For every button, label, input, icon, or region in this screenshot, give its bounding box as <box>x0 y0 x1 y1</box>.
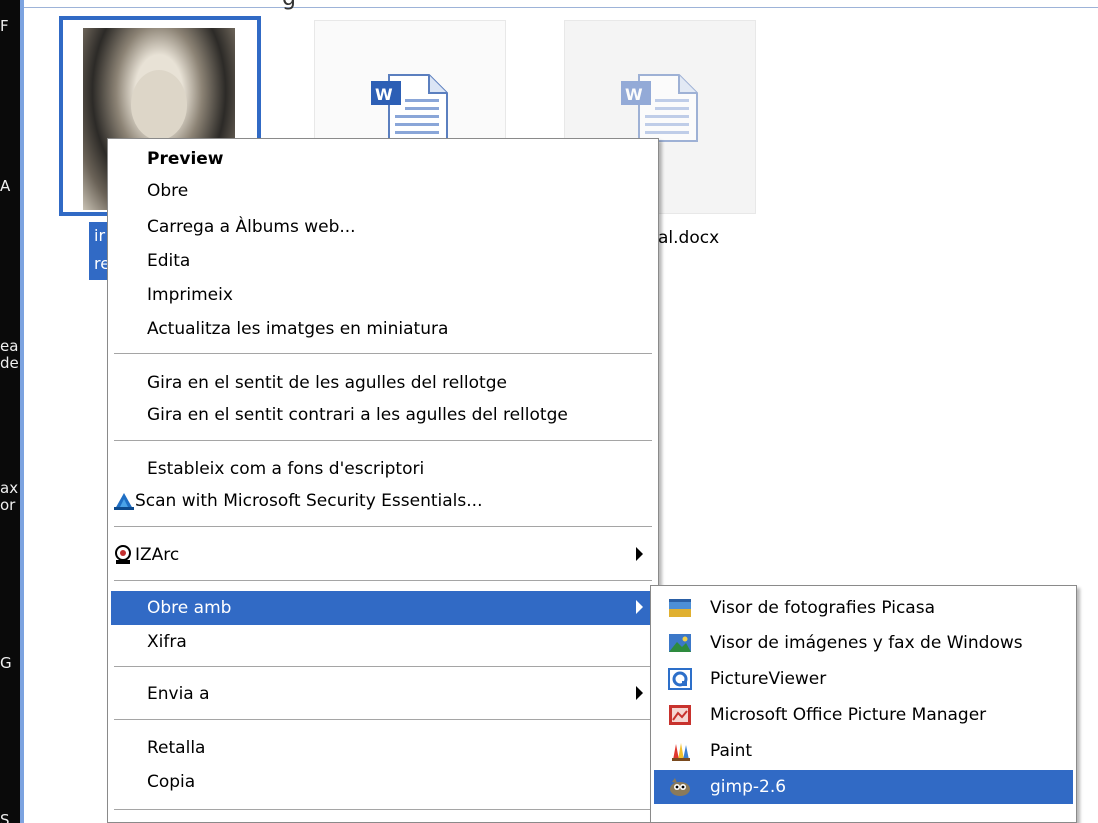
paint-icon <box>672 743 690 761</box>
submenu-item-label: Paint <box>710 741 753 761</box>
submenu-arrow-icon <box>636 686 643 700</box>
menu-item-scan-mse[interactable]: Scan with Microsoft Security Essentials.… <box>111 484 655 518</box>
menu-item-label: Scan with Microsoft Security Essentials.… <box>135 491 483 511</box>
window-top-edge: g <box>24 0 1098 11</box>
menu-item-gira-horari[interactable]: Gira en el sentit de les agulles del rel… <box>111 366 655 400</box>
menu-item-retalla[interactable]: Retalla <box>111 731 655 765</box>
windows-image-viewer-icon <box>669 634 691 652</box>
sidebar-fragment: A <box>0 177 11 195</box>
submenu-item-label: Visor de fotografies Picasa <box>710 598 936 618</box>
pictureviewer-icon <box>668 668 692 690</box>
menu-item-label: Preview <box>147 149 224 169</box>
menu-item-label: Retalla <box>147 738 206 758</box>
context-menu: Preview Obre Carrega a Àlbums web... Edi… <box>107 138 659 823</box>
document-file-name[interactable]: al.docx <box>658 228 719 248</box>
submenu-item-windows-image-viewer[interactable]: Visor de imágenes y fax de Windows <box>654 626 1073 660</box>
menu-separator <box>114 719 652 720</box>
menu-item-envia-a[interactable]: Envia a <box>111 677 655 711</box>
menu-separator <box>114 666 652 667</box>
submenu-item-label: Microsoft Office Picture Manager <box>710 705 987 725</box>
menu-item-izarc[interactable]: IZArc <box>111 538 655 572</box>
svg-text:W: W <box>625 85 643 104</box>
menu-item-actualitza-miniatures[interactable]: Actualitza les imatges en miniatura <box>111 312 655 346</box>
submenu-arrow-icon <box>636 600 643 614</box>
submenu-item-label: gimp-2.6 <box>710 777 787 797</box>
menu-item-carrega-albums[interactable]: Carrega a Àlbums web... <box>111 210 655 244</box>
sidebar-fragment: ea de <box>0 337 19 372</box>
sidebar-fragment: ax or <box>0 479 19 514</box>
submenu-item-gimp[interactable]: gimp-2.6 <box>654 770 1073 804</box>
menu-item-gira-antihorari[interactable]: Gira en el sentit contrari a les agulles… <box>111 398 655 432</box>
office-picture-manager-icon <box>669 705 691 725</box>
menu-item-obre[interactable]: Obre <box>111 174 655 208</box>
menu-item-label: IZArc <box>135 545 180 565</box>
menu-separator <box>114 809 652 810</box>
gimp-icon <box>670 778 690 796</box>
sidebar-fragment: S <box>0 811 10 823</box>
submenu-arrow-icon <box>636 547 643 561</box>
menu-item-preview[interactable]: Preview <box>111 142 655 176</box>
menu-item-label: Carrega a Àlbums web... <box>147 217 356 237</box>
menu-item-label: Copia <box>147 772 196 792</box>
menu-item-label: Estableix com a fons d'escriptori <box>147 459 425 479</box>
sidebar-fragment: F <box>0 17 9 35</box>
open-with-submenu: Visor de fotografies Picasa Visor de imá… <box>650 585 1077 823</box>
menu-separator <box>114 526 652 527</box>
menu-item-label: Actualitza les imatges en miniatura <box>147 319 449 339</box>
word-document-icon: W <box>371 74 448 142</box>
submenu-item-label: PictureViewer <box>710 669 827 689</box>
submenu-item-pictureviewer[interactable]: PictureViewer <box>654 662 1073 696</box>
menu-item-estableix-fons[interactable]: Estableix com a fons d'escriptori <box>111 452 655 486</box>
submenu-item-paint[interactable]: Paint <box>654 734 1073 768</box>
menu-item-label: Xifra <box>147 632 187 652</box>
submenu-item-office-picture-manager[interactable]: Microsoft Office Picture Manager <box>654 698 1073 732</box>
microsoft-security-essentials-icon <box>114 493 134 510</box>
photo-face <box>131 70 187 140</box>
window-title-fragment: g <box>282 0 296 11</box>
menu-item-imprimeix[interactable]: Imprimeix <box>111 278 655 312</box>
menu-item-label: Obre <box>147 181 189 201</box>
menu-item-obre-amb[interactable]: Obre amb <box>111 591 655 625</box>
window-left-border <box>20 0 24 823</box>
menu-item-label: Envia a <box>147 684 210 704</box>
menu-item-label: Imprimeix <box>147 285 233 305</box>
menu-item-label: Edita <box>147 251 191 271</box>
izarc-icon <box>115 545 131 564</box>
menu-item-xifra[interactable]: Xifra <box>111 625 655 659</box>
word-document-icon: W <box>621 74 698 142</box>
menu-separator <box>114 353 652 354</box>
menu-separator <box>114 580 652 581</box>
submenu-item-picasa[interactable]: Visor de fotografies Picasa <box>654 591 1073 625</box>
left-sidebar-strip: F A ea de ax or G S <box>0 0 20 823</box>
menu-item-label: Gira en el sentit contrari a les agulles… <box>147 405 568 425</box>
menu-item-label: Obre amb <box>147 598 232 618</box>
menu-item-edita[interactable]: Edita <box>111 244 655 278</box>
submenu-item-label: Visor de imágenes y fax de Windows <box>710 633 1023 653</box>
menu-item-copia[interactable]: Copia <box>111 765 655 799</box>
picasa-icon <box>669 599 691 617</box>
menu-separator <box>114 440 652 441</box>
svg-text:W: W <box>375 85 393 104</box>
menu-item-label: Gira en el sentit de les agulles del rel… <box>147 373 507 393</box>
sidebar-fragment: G <box>0 654 12 672</box>
